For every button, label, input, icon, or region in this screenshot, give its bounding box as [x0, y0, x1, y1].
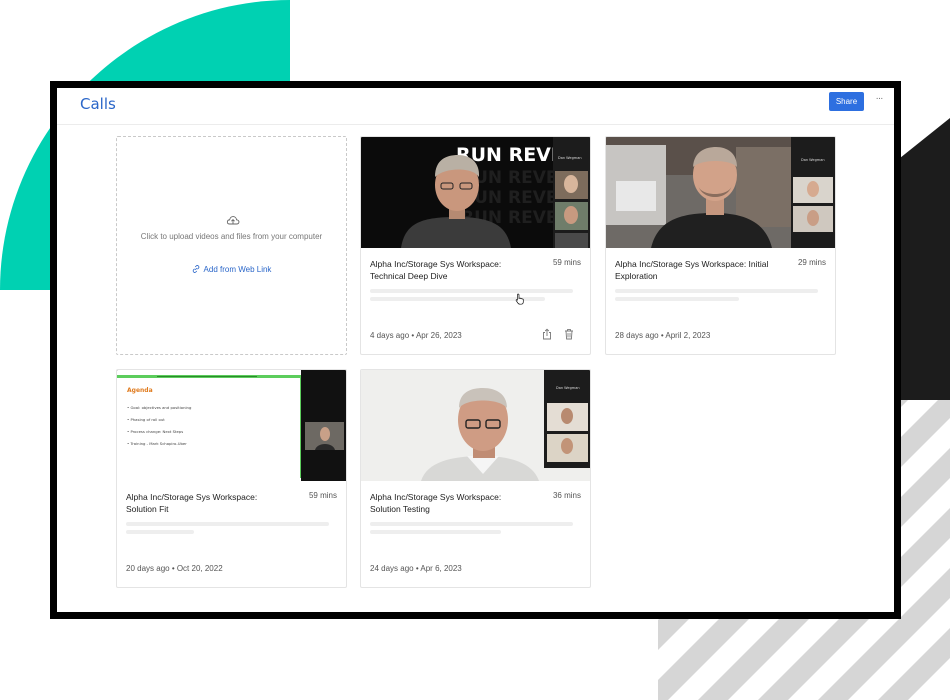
summary-placeholder — [126, 522, 329, 526]
call-date: 4 days ago • Apr 26, 2023 — [370, 331, 462, 340]
call-card[interactable]: Agenda • Goal: objectives and positionin… — [116, 369, 347, 588]
call-thumbnail: RUN REVE RUN REVE RUN REVE RUN REVE Dan … — [361, 137, 590, 248]
share-button[interactable]: Share — [829, 92, 864, 111]
slide-bullet: • Goal: objectives and positioning — [127, 405, 192, 410]
calls-app: Calls Share ··· Click to upload videos a… — [57, 88, 894, 612]
app-window-frame: Calls Share ··· Click to upload videos a… — [50, 81, 901, 619]
call-title: Alpha Inc/Storage Sys Workspace: Initial… — [615, 259, 769, 281]
more-options-button[interactable]: ··· — [871, 93, 887, 109]
summary-placeholder — [370, 530, 501, 534]
summary-placeholder — [370, 289, 573, 293]
participant-name: Dan Wegman — [801, 158, 825, 162]
call-card[interactable]: Dan Wegman Alpha Inc/Storage Sys Workspa… — [360, 369, 591, 588]
link-icon — [192, 265, 199, 273]
call-date: 28 days ago • April 2, 2023 — [615, 331, 711, 340]
summary-placeholder — [126, 530, 194, 534]
upload-instruction: Click to upload videos and files from yo… — [140, 232, 323, 241]
call-thumbnail: Agenda • Goal: objectives and positionin… — [117, 370, 346, 481]
app-header: Calls Share ··· — [57, 88, 894, 125]
page-title: Calls — [80, 95, 116, 113]
slide-bullet: • Training - Mark Schapiro-Uber — [127, 441, 187, 446]
black-corner-decoration — [900, 118, 950, 418]
participant-name: Dan Wegman — [556, 386, 580, 390]
call-card[interactable]: RUN REVE RUN REVE RUN REVE RUN REVE Dan … — [360, 136, 591, 355]
summary-placeholder — [615, 297, 739, 301]
call-title: Alpha Inc/Storage Sys Workspace: Solutio… — [370, 492, 502, 514]
summary-placeholder — [615, 289, 818, 293]
call-duration: 36 mins — [552, 491, 581, 500]
call-duration: 59 mins — [552, 258, 581, 267]
call-title: Alpha Inc/Storage Sys Workspace: Solutio… — [126, 492, 258, 514]
summary-placeholder — [370, 522, 573, 526]
call-duration: 59 mins — [308, 491, 337, 500]
call-duration: 29 mins — [797, 258, 826, 267]
cloud-upload-icon — [226, 216, 240, 225]
call-thumbnail: Dan Wegman — [606, 137, 835, 248]
participant-name: Dan Wegman — [558, 156, 582, 160]
share-icon[interactable] — [541, 328, 553, 340]
slide-bullet: • Phasing of roll out — [127, 417, 165, 422]
upload-dropzone[interactable]: Click to upload videos and files from yo… — [116, 136, 347, 355]
call-thumbnail: Dan Wegman — [361, 370, 590, 481]
slide-bullet: • Process change: Next Steps — [127, 429, 183, 434]
call-date: 20 days ago • Oct 20, 2022 — [126, 564, 223, 573]
call-date: 24 days ago • Apr 6, 2023 — [370, 564, 462, 573]
slide-heading: Agenda — [127, 387, 153, 394]
trash-icon[interactable] — [563, 328, 575, 340]
call-card[interactable]: Dan Wegman Alpha Inc/Storage Sys Workspa… — [605, 136, 836, 355]
add-from-web-link[interactable]: Add from Web Link — [117, 265, 346, 274]
web-link-label: Add from Web Link — [203, 265, 272, 274]
call-title: Alpha Inc/Storage Sys Workspace: Technic… — [370, 259, 502, 281]
pointer-cursor-icon — [515, 293, 524, 305]
